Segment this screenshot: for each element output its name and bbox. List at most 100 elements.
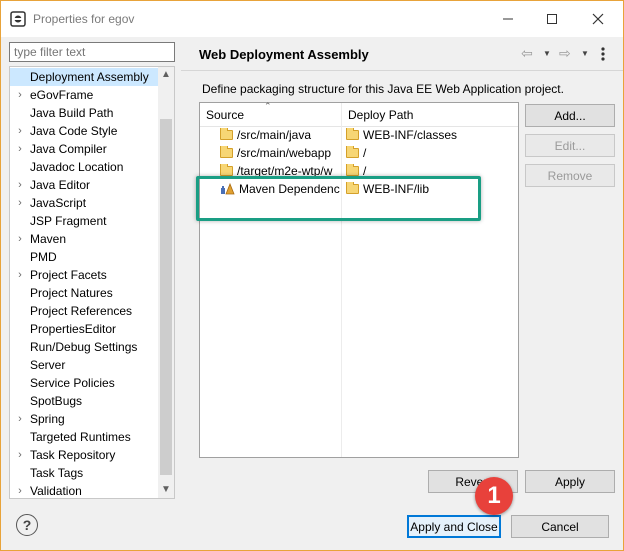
scroll-up-icon[interactable]: ▲ xyxy=(158,67,174,83)
tree-item[interactable]: Project References xyxy=(10,302,160,320)
chevron-right-icon[interactable]: › xyxy=(10,485,30,497)
tree-scrollbar[interactable]: ▲ ▼ xyxy=(158,67,174,498)
chevron-right-icon[interactable]: › xyxy=(10,269,30,281)
row-source: /target/m2e-wtp/w xyxy=(237,164,333,178)
page-header: Web Deployment Assembly ⇦ ▼ ⇨ ▼ xyxy=(181,37,623,71)
tree-item-label: Java Editor xyxy=(30,178,91,192)
tree-item[interactable]: Task Tags xyxy=(10,464,160,482)
remove-button[interactable]: Remove xyxy=(525,164,615,187)
filter-input[interactable] xyxy=(9,42,175,62)
tree-item-label: Task Tags xyxy=(30,466,84,480)
tree-item-label: Server xyxy=(30,358,66,372)
folder-icon xyxy=(346,164,359,176)
back-dropdown-icon[interactable]: ▼ xyxy=(543,49,551,58)
forward-dropdown-icon[interactable]: ▼ xyxy=(581,49,589,58)
scroll-thumb[interactable] xyxy=(160,119,172,475)
tree-item-label: Project Facets xyxy=(30,268,107,282)
assembly-table[interactable]: Source ⌃ Deploy Path /src/main/java WEB-… xyxy=(199,101,519,458)
close-button[interactable] xyxy=(575,1,621,37)
tree-item[interactable]: › Task Repository xyxy=(10,446,160,464)
chevron-right-icon[interactable]: › xyxy=(10,89,30,101)
scroll-down-icon[interactable]: ▼ xyxy=(158,482,174,498)
tree-item[interactable]: Targeted Runtimes xyxy=(10,428,160,446)
tree-item-label: Java Code Style xyxy=(30,124,118,138)
tree-item[interactable]: Run/Debug Settings xyxy=(10,338,160,356)
tree-item-label: Deployment Assembly xyxy=(30,70,149,84)
row-deploy-path: WEB-INF/classes xyxy=(363,128,458,142)
tree-item-label: PMD xyxy=(30,250,57,264)
view-menu-icon[interactable] xyxy=(600,46,606,62)
folder-icon xyxy=(220,146,233,158)
tree-item[interactable]: › Project Facets xyxy=(10,266,160,284)
tree-item[interactable]: › Java Editor xyxy=(10,176,160,194)
tree-item-label: eGovFrame xyxy=(30,88,94,102)
folder-icon xyxy=(346,182,359,194)
chevron-right-icon[interactable]: › xyxy=(10,125,30,137)
tree-item-label: Project Natures xyxy=(30,286,113,300)
tree-item[interactable]: › Validation xyxy=(10,482,160,498)
chevron-right-icon[interactable]: › xyxy=(10,233,30,245)
apply-and-close-button[interactable]: Apply and Close xyxy=(407,515,501,538)
tree-item-label: Javadoc Location xyxy=(30,160,124,174)
tree-item[interactable]: Server xyxy=(10,356,160,374)
add-button[interactable]: Add... xyxy=(525,104,615,127)
minimize-icon xyxy=(503,18,513,20)
title-bar[interactable]: Properties for egov xyxy=(1,1,623,37)
row-deploy-path: / xyxy=(363,146,367,160)
column-source[interactable]: Source xyxy=(206,108,244,122)
tree-item[interactable]: › Spring xyxy=(10,410,160,428)
chevron-right-icon[interactable]: › xyxy=(10,449,30,461)
tree-item-label: Task Repository xyxy=(30,448,116,462)
chevron-right-icon[interactable]: › xyxy=(10,143,30,155)
chevron-right-icon[interactable]: › xyxy=(10,413,30,425)
chevron-right-icon[interactable]: › xyxy=(10,179,30,191)
row-source: /src/main/java xyxy=(237,128,312,142)
cancel-button[interactable]: Cancel xyxy=(511,515,609,538)
tree-item[interactable]: › eGovFrame xyxy=(10,86,160,104)
folder-icon xyxy=(220,128,233,140)
step-badge: 1 xyxy=(475,477,513,515)
tree-item[interactable]: Javadoc Location xyxy=(10,158,160,176)
tree-item[interactable]: PMD xyxy=(10,248,160,266)
page-title: Web Deployment Assembly xyxy=(199,47,369,62)
table-row[interactable]: /src/main/java WEB-INF/classes xyxy=(200,127,518,145)
tree-item[interactable]: SpotBugs xyxy=(10,392,160,410)
tree-item[interactable]: › Java Code Style xyxy=(10,122,160,140)
property-page-tree[interactable]: Deployment Assembly › eGovFrame Java Build … xyxy=(9,66,175,499)
tree-item-label: Targeted Runtimes xyxy=(30,430,131,444)
row-source: Maven Dependenc xyxy=(239,182,340,196)
folder-icon xyxy=(346,128,359,140)
sort-caret-icon: ⌃ xyxy=(264,101,272,111)
tree-item[interactable]: Deployment Assembly xyxy=(10,68,160,86)
row-deploy-path: WEB-INF/lib xyxy=(363,182,429,196)
forward-arrow-icon[interactable]: ⇨ xyxy=(559,45,571,62)
tree-item-label: Validation xyxy=(30,484,82,498)
apply-button[interactable]: Apply xyxy=(525,470,615,493)
tree-item[interactable]: Java Build Path xyxy=(10,104,160,122)
tree-item[interactable]: › JavaScript xyxy=(10,194,160,212)
tree-item[interactable]: PropertiesEditor xyxy=(10,320,160,338)
table-row[interactable]: /target/m2e-wtp/w / xyxy=(200,163,518,181)
library-icon xyxy=(221,183,235,195)
column-deploy-path[interactable]: Deploy Path xyxy=(348,108,413,122)
tree-item[interactable]: Service Policies xyxy=(10,374,160,392)
maximize-button[interactable] xyxy=(529,1,575,37)
table-row[interactable]: /src/main/webapp / xyxy=(200,145,518,163)
tree-item[interactable]: › Maven xyxy=(10,230,160,248)
window-title: Properties for egov xyxy=(33,12,135,26)
tree-item[interactable]: › Java Compiler xyxy=(10,140,160,158)
tree-item-label: SpotBugs xyxy=(30,394,83,408)
back-arrow-icon[interactable]: ⇦ xyxy=(521,45,533,62)
tree-item-label: PropertiesEditor xyxy=(30,322,117,336)
row-source: /src/main/webapp xyxy=(237,146,332,160)
table-row[interactable]: Maven Dependenc WEB-INF/lib xyxy=(200,181,518,199)
minimize-button[interactable] xyxy=(485,1,531,37)
page-description: Define packaging structure for this Java… xyxy=(202,82,564,96)
close-icon xyxy=(592,13,604,25)
chevron-right-icon[interactable]: › xyxy=(10,197,30,209)
help-icon[interactable]: ? xyxy=(16,514,38,536)
tree-item[interactable]: JSP Fragment xyxy=(10,212,160,230)
tree-item-label: Service Policies xyxy=(30,376,115,390)
tree-item[interactable]: Project Natures xyxy=(10,284,160,302)
edit-button[interactable]: Edit... xyxy=(525,134,615,157)
